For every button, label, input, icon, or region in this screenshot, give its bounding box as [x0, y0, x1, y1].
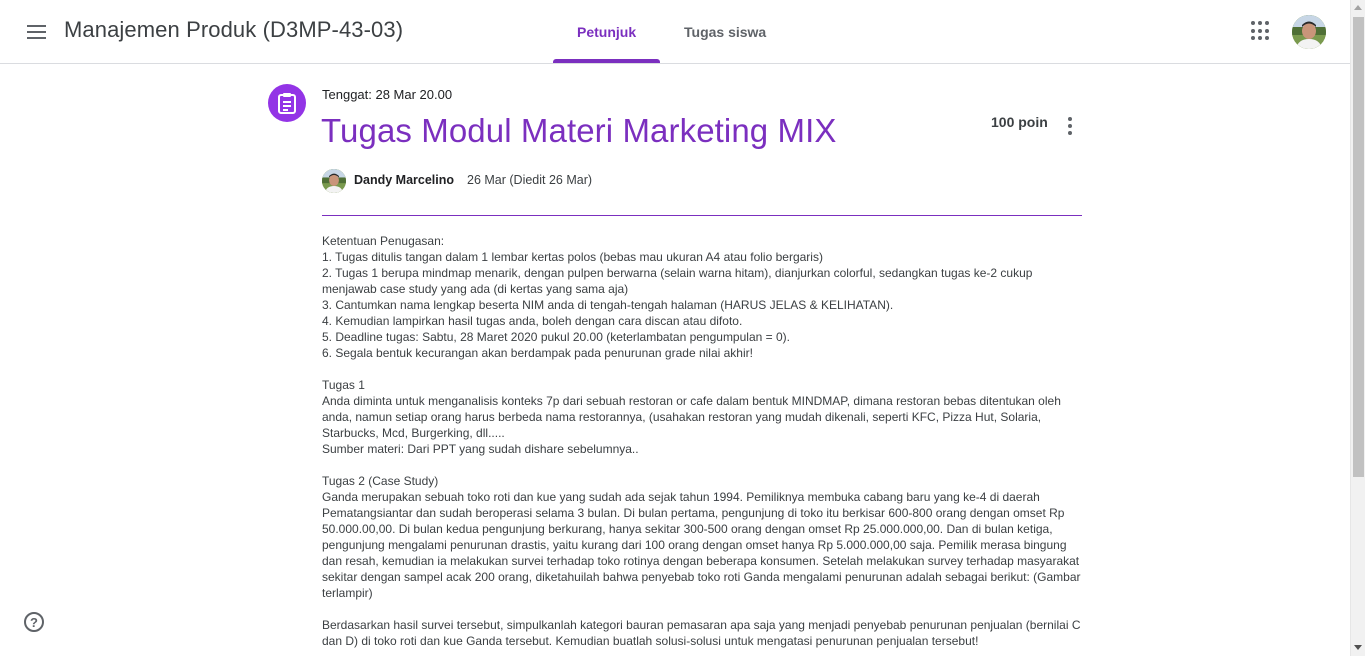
more-options-icon[interactable]: [1060, 114, 1080, 138]
body-line: 6. Segala bentuk kecurangan akan berdamp…: [322, 346, 753, 360]
assignment-icon: [268, 84, 306, 122]
assignment-title: Tugas Modul Materi Marketing MIX: [321, 112, 837, 149]
scroll-thumb[interactable]: [1353, 17, 1364, 477]
body-line: Ketentuan Penugasan:: [322, 234, 445, 248]
body-line: [322, 457, 1084, 473]
body-line: 1. Tugas ditulis tangan dalam 1 lembar k…: [322, 250, 823, 264]
class-title[interactable]: Manajemen Produk (D3MP-43-03): [64, 17, 403, 43]
top-bar: Manajemen Produk (D3MP-43-03) Petunjuk T…: [0, 0, 1350, 64]
body-line: [322, 601, 1084, 617]
points-label: 100 poin: [991, 114, 1048, 130]
body-line: 4. Kemudian lampirkan hasil tugas anda, …: [322, 314, 743, 328]
body-line: 5. Deadline tugas: Sabtu, 28 Maret 2020 …: [322, 330, 790, 344]
body-line: Anda diminta untuk menganalisis konteks …: [322, 394, 1065, 440]
assignment-description: Ketentuan Penugasan: 1. Tugas ditulis ta…: [322, 233, 1084, 649]
tab-tugas-siswa[interactable]: Tugas siswa: [660, 0, 790, 63]
body-line: 3. Cantumkan nama lengkap beserta NIM an…: [322, 298, 894, 312]
main-menu-icon[interactable]: [18, 14, 54, 50]
account-avatar[interactable]: [1292, 15, 1326, 49]
body-line: 2. Tugas 1 berupa mindmap menarik, denga…: [322, 266, 1036, 296]
scroll-up-arrow-icon[interactable]: [1354, 5, 1362, 10]
body-line: Ganda merupakan sebuah toko roti dan kue…: [322, 490, 1084, 600]
page-scrollbar[interactable]: [1350, 0, 1365, 656]
google-apps-icon[interactable]: [1248, 18, 1274, 44]
active-tab-indicator: [553, 59, 660, 63]
post-date: 26 Mar (Diedit 26 Mar): [467, 173, 593, 187]
due-date: Tenggat: 28 Mar 20.00: [322, 87, 453, 102]
author-avatar: [322, 169, 346, 193]
body-line: Tugas 2 (Case Study): [322, 474, 439, 488]
author-name: Dandy Marcelino: [354, 173, 455, 187]
title-divider: [322, 215, 1082, 216]
body-line: Tugas 1: [322, 378, 365, 392]
body-line: [322, 361, 1084, 377]
body-line: Sumber materi: Dari PPT yang sudah disha…: [322, 442, 639, 456]
body-line: Berdasarkan hasil survei tersebut, simpu…: [322, 618, 1084, 648]
tab-petunjuk[interactable]: Petunjuk: [553, 0, 660, 63]
help-icon[interactable]: ?: [24, 612, 44, 632]
scroll-down-arrow-icon[interactable]: [1354, 645, 1362, 650]
